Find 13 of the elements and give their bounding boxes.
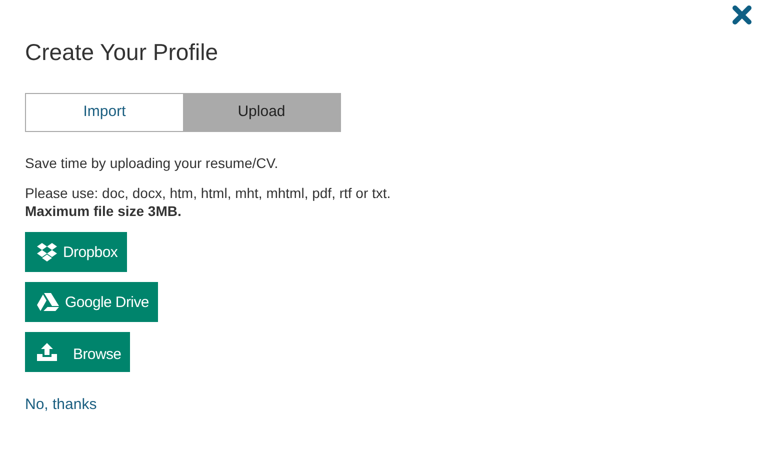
- close-icon[interactable]: [732, 5, 752, 25]
- dialog-title: Create Your Profile: [25, 38, 218, 67]
- upload-icon: [36, 342, 58, 362]
- formats-text: Please use: doc, docx, htm, html, mht, mhtml, pdf, rtf or txt.: [25, 184, 391, 202]
- tab[interactable]: Upload: [183, 94, 340, 131]
- upload-source-button[interactable]: Browse: [25, 332, 130, 372]
- dropbox-icon: [36, 242, 58, 262]
- no-thanks-link[interactable]: No, thanks: [25, 394, 97, 416]
- upload-source-button[interactable]: Dropbox: [25, 232, 127, 272]
- triangle-drive-icon: [36, 292, 60, 312]
- max-size-text: Maximum file size 3MB.: [25, 202, 182, 220]
- intro-text: Save time by uploading your resume/CV.: [25, 154, 278, 172]
- upload-source-button[interactable]: Google Drive: [25, 282, 158, 322]
